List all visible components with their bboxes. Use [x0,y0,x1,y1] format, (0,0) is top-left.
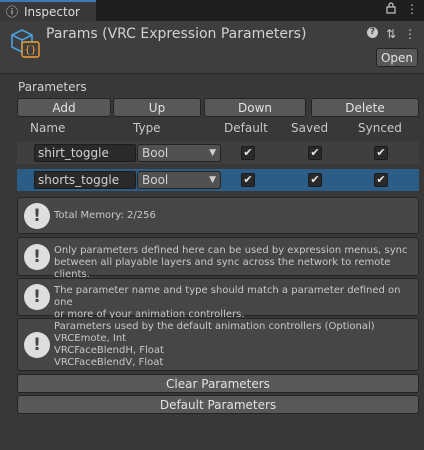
parameter-row[interactable]: Bool ▼ ✔ ✔ ✔ [17,169,419,191]
parameter-name-field[interactable] [34,171,136,189]
help-box-name-match: ! The parameter name and type should mat… [17,278,419,320]
help-icon[interactable]: ? [366,27,378,38]
help-text: Total Memory: 2/256 [54,210,156,221]
help-text: The parameter name and type should match… [54,285,401,320]
svg-text:{}: {} [24,45,36,56]
parameter-name-field[interactable] [34,144,136,162]
column-header-name: Name [30,121,66,135]
open-button[interactable]: Open [376,48,418,67]
tab-bar: ⓘ Inspector ⋮ [0,0,424,21]
parameter-type-dropdown[interactable]: Bool ▼ [137,144,221,162]
kebab-menu-icon[interactable]: ⋮ [404,27,416,41]
warning-icon: ! [24,243,50,270]
column-header-default: Default [224,121,268,135]
info-icon: ⓘ [6,5,19,19]
help-box-memory: ! Total Memory: 2/256 [17,197,419,234]
synced-checkbox[interactable]: ✔ [374,173,388,187]
help-text: Parameters used by the default animation… [54,321,375,368]
saved-checkbox[interactable]: ✔ [308,173,322,187]
section-label: Parameters [18,80,87,94]
warning-icon: ! [24,331,50,358]
down-button[interactable]: Down [204,98,306,117]
parameter-type-dropdown[interactable]: Bool ▼ [137,171,221,189]
saved-checkbox[interactable]: ✔ [308,146,322,160]
warning-icon: ! [24,202,50,229]
page-title: Params (VRC Expression Parameters) [46,26,307,42]
help-box-default-params: ! Parameters used by the default animati… [17,318,419,371]
help-text: Only parameters defined here can be used… [54,245,408,280]
up-button[interactable]: Up [113,98,201,117]
default-checkbox[interactable]: ✔ [241,146,255,160]
default-parameters-button[interactable]: Default Parameters [17,395,419,414]
scriptable-object-icon: {} [8,27,40,59]
column-header-synced: Synced [358,121,402,135]
delete-button[interactable]: Delete [311,98,419,117]
add-button[interactable]: Add [17,98,111,117]
lock-icon[interactable] [386,2,396,17]
help-box-sync-info: ! Only parameters defined here can be us… [17,237,419,280]
dropdown-arrow-icon: ▼ [209,148,216,158]
parameter-type-value: Bool [142,173,169,187]
sliders-icon[interactable]: ⇅ [386,27,396,41]
tab-inspector[interactable]: ⓘ Inspector [0,0,96,21]
inspector-header: {} Params (VRC Expression Parameters) ? … [0,21,424,74]
kebab-menu-icon[interactable]: ⋮ [406,2,418,17]
warning-icon: ! [24,284,50,310]
clear-parameters-button[interactable]: Clear Parameters [17,374,419,393]
parameter-row[interactable]: Bool ▼ ✔ ✔ ✔ [17,142,419,164]
parameter-type-value: Bool [142,146,169,160]
default-checkbox[interactable]: ✔ [241,173,255,187]
dropdown-arrow-icon: ▼ [209,175,216,185]
synced-checkbox[interactable]: ✔ [374,146,388,160]
tab-title: Inspector [24,4,80,19]
column-header-saved: Saved [291,121,329,135]
column-header-type: Type [133,121,161,135]
